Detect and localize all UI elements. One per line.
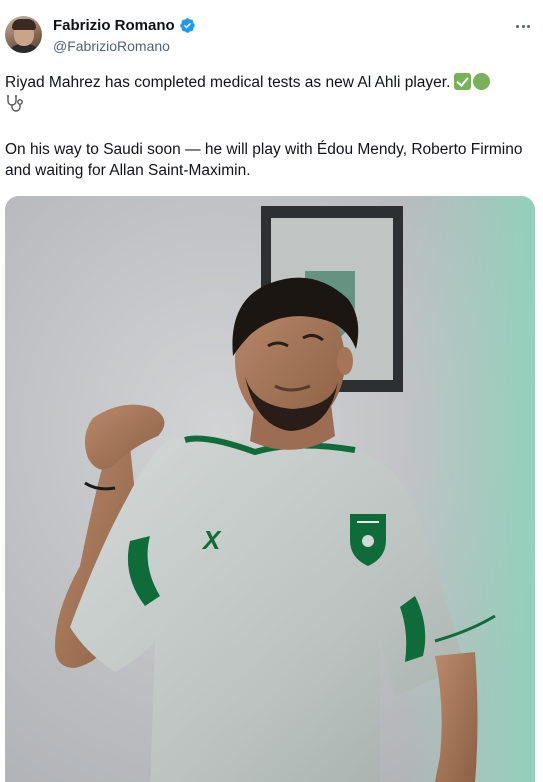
author-handle[interactable]: @FabrizioRomano: [53, 38, 170, 54]
tweet-text-paragraph-1: Riyad Mahrez has completed medical tests…: [5, 72, 525, 118]
stethoscope-emoji: [5, 94, 25, 118]
tweet-text-line-1: Riyad Mahrez has completed medical tests…: [5, 74, 451, 91]
more-options-icon[interactable]: [513, 18, 533, 34]
tweet: Fabrizio Romano @FabrizioRomano Riyad Ma…: [0, 0, 543, 782]
green-circle-emoji: [473, 73, 491, 90]
tweet-media-photo[interactable]: X: [5, 196, 535, 782]
verified-badge-icon: [179, 17, 196, 34]
author-display-name[interactable]: Fabrizio Romano: [53, 17, 175, 34]
tweet-text-paragraph-2: On his way to Saudi soon — he will play …: [5, 141, 523, 179]
avatar[interactable]: [5, 16, 42, 53]
jersey-sponsor-logo: X: [201, 525, 222, 555]
avatar-hair: [12, 19, 36, 30]
author-name-row: Fabrizio Romano: [53, 17, 196, 34]
white-check-mark-emoji: [454, 73, 472, 90]
